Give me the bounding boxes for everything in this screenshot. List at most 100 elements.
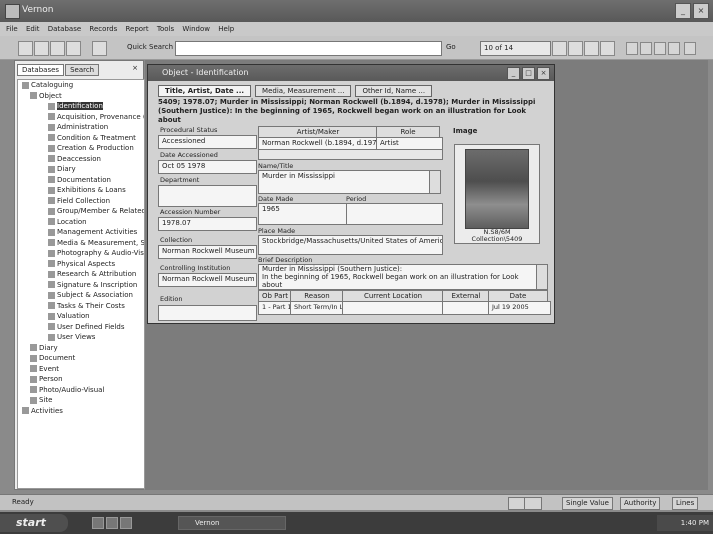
tree-item[interactable]: Research & Attribution — [18, 269, 144, 280]
view-item-icon — [48, 249, 55, 257]
tree-item[interactable]: User Defined Fields — [18, 322, 144, 333]
tree-item[interactable]: Group/Member & Related — [18, 206, 144, 217]
print-icon[interactable] — [66, 41, 81, 56]
dialog-close-button[interactable]: × — [537, 67, 550, 80]
tree-item[interactable]: Subject & Association — [18, 290, 144, 301]
quicklaunch-media-icon[interactable] — [120, 517, 132, 529]
department-field[interactable] — [158, 185, 257, 207]
menu-edit[interactable]: Edit — [26, 22, 40, 36]
close-panel-icon[interactable]: × — [132, 64, 138, 72]
tab-search[interactable]: Search — [65, 64, 100, 76]
dialog-minimize-button[interactable]: _ — [507, 67, 520, 80]
accession-number-field[interactable]: 1978.07 — [158, 217, 257, 231]
open-folder-icon[interactable] — [34, 41, 49, 56]
view-item-icon — [48, 134, 55, 141]
controlling-institution-field[interactable]: Norman Rockwell Museum — [158, 273, 257, 287]
close-window-button[interactable]: × — [693, 3, 709, 19]
quick-search-go-button[interactable]: Go — [446, 43, 456, 51]
new-blank-record-icon[interactable] — [684, 42, 696, 55]
period-field[interactable] — [346, 203, 443, 225]
previous-record-icon[interactable] — [640, 42, 652, 55]
tree-item[interactable]: Photography & Audio-Vis — [18, 248, 144, 259]
cell-date[interactable]: Jul 19 2005 — [488, 301, 551, 315]
object-image-frame[interactable]: N.S8/6M Collection\5409 — [454, 144, 540, 244]
find-icon[interactable] — [552, 41, 567, 56]
place-made-field[interactable]: Stockbridge/Massachusetts/United States … — [258, 235, 443, 255]
menu-help[interactable]: Help — [218, 22, 234, 36]
tree-item[interactable]: Documentation — [18, 175, 144, 186]
grid-view-icon[interactable] — [600, 41, 615, 56]
tree-item[interactable]: Condition & Treatment — [18, 133, 144, 144]
tree-item[interactable]: Event — [18, 364, 144, 375]
tree-item[interactable]: Diary — [18, 164, 144, 175]
collection-field[interactable]: Norman Rockwell Museum — [158, 245, 257, 259]
minimize-button[interactable]: _ — [675, 3, 691, 19]
tree-item-label: Physical Aspects — [57, 259, 116, 268]
tree-item[interactable]: Location — [18, 217, 144, 228]
database-icon — [30, 365, 37, 372]
tree-item[interactable]: Cataloguing — [18, 80, 144, 91]
tab-media-measurement[interactable]: Media, Measurement ... — [255, 85, 352, 97]
menu-tools[interactable]: Tools — [157, 22, 174, 36]
date-accessioned-field[interactable]: Oct 05 1978 — [158, 160, 257, 174]
tree-item[interactable]: Exhibitions & Loans — [18, 185, 144, 196]
cell-external[interactable] — [442, 301, 493, 315]
name-title-field[interactable]: Murder in Mississippi — [258, 170, 435, 194]
taskbar-vernon-button[interactable]: Vernon — [178, 516, 286, 530]
tree-item-label: Location — [57, 217, 87, 226]
start-button[interactable]: start — [0, 514, 68, 532]
tree-item[interactable]: Document — [18, 353, 144, 364]
tree-item[interactable]: Object — [18, 91, 144, 102]
cell-reason[interactable]: Short Term/In Loan — [290, 301, 347, 315]
brief-description-scrollbar[interactable] — [536, 264, 548, 290]
tree-item[interactable]: Acquisition, Provenance ( — [18, 112, 144, 123]
brief-description-field[interactable]: Murder in Mississippi (Southern Justice)… — [258, 264, 541, 290]
date-made-field[interactable]: 1965 — [258, 203, 347, 225]
procedural-status-field[interactable]: Accessioned — [158, 135, 257, 149]
quick-search-input[interactable] — [175, 41, 442, 56]
tree-item[interactable]: Identification — [18, 101, 144, 112]
database-icon — [30, 92, 37, 99]
menu-report[interactable]: Report — [125, 22, 148, 36]
tree-item[interactable]: Physical Aspects — [18, 259, 144, 270]
tree-item[interactable]: Valuation — [18, 311, 144, 322]
help-icon[interactable] — [92, 41, 107, 56]
first-record-icon[interactable] — [626, 42, 638, 55]
menu-database[interactable]: Database — [48, 22, 81, 36]
tree-item[interactable]: Photo/Audio-Visual — [18, 385, 144, 396]
tab-title-artist-date[interactable]: Title, Artist, Date ... — [158, 85, 252, 97]
tree-item[interactable]: User Views — [18, 332, 144, 343]
next-record-icon[interactable] — [654, 42, 666, 55]
artist-empty-row[interactable] — [258, 149, 443, 160]
tab-databases[interactable]: Databases — [17, 64, 65, 76]
quicklaunch-desktop-icon[interactable] — [92, 517, 104, 529]
tree-item[interactable]: Diary — [18, 343, 144, 354]
edition-field[interactable] — [158, 305, 257, 321]
tree-item[interactable]: Media & Measurement, St — [18, 238, 144, 249]
tree-item[interactable]: Deaccession — [18, 154, 144, 165]
tree-item[interactable]: Tasks & Their Costs — [18, 301, 144, 312]
filter-icon[interactable] — [568, 41, 583, 56]
menu-window[interactable]: Window — [182, 22, 210, 36]
menu-records[interactable]: Records — [89, 22, 117, 36]
save-icon[interactable] — [50, 41, 65, 56]
cell-current-location[interactable] — [342, 301, 447, 315]
quicklaunch-browser-icon[interactable] — [106, 517, 118, 529]
tree-item[interactable]: Activities — [18, 406, 144, 417]
name-title-scrollbar[interactable] — [429, 170, 441, 194]
tree-item[interactable]: Administration — [18, 122, 144, 133]
sort-icon[interactable] — [584, 41, 599, 56]
menu-file[interactable]: File — [6, 22, 18, 36]
last-record-icon[interactable] — [668, 42, 680, 55]
tree-item[interactable]: Field Collection — [18, 196, 144, 207]
tree-item[interactable]: Creation & Production — [18, 143, 144, 154]
tree-item[interactable]: Management Activities — [18, 227, 144, 238]
view-item-icon — [48, 218, 55, 225]
new-record-icon[interactable] — [18, 41, 33, 56]
tree-item[interactable]: Site — [18, 395, 144, 406]
tree-item[interactable]: Person — [18, 374, 144, 385]
dialog-maximize-button[interactable]: □ — [522, 67, 535, 80]
tab-other-id-name[interactable]: Other Id, Name ... — [355, 85, 433, 97]
tree-item[interactable]: Signature & Inscription — [18, 280, 144, 291]
record-total: of 14 — [495, 44, 514, 52]
